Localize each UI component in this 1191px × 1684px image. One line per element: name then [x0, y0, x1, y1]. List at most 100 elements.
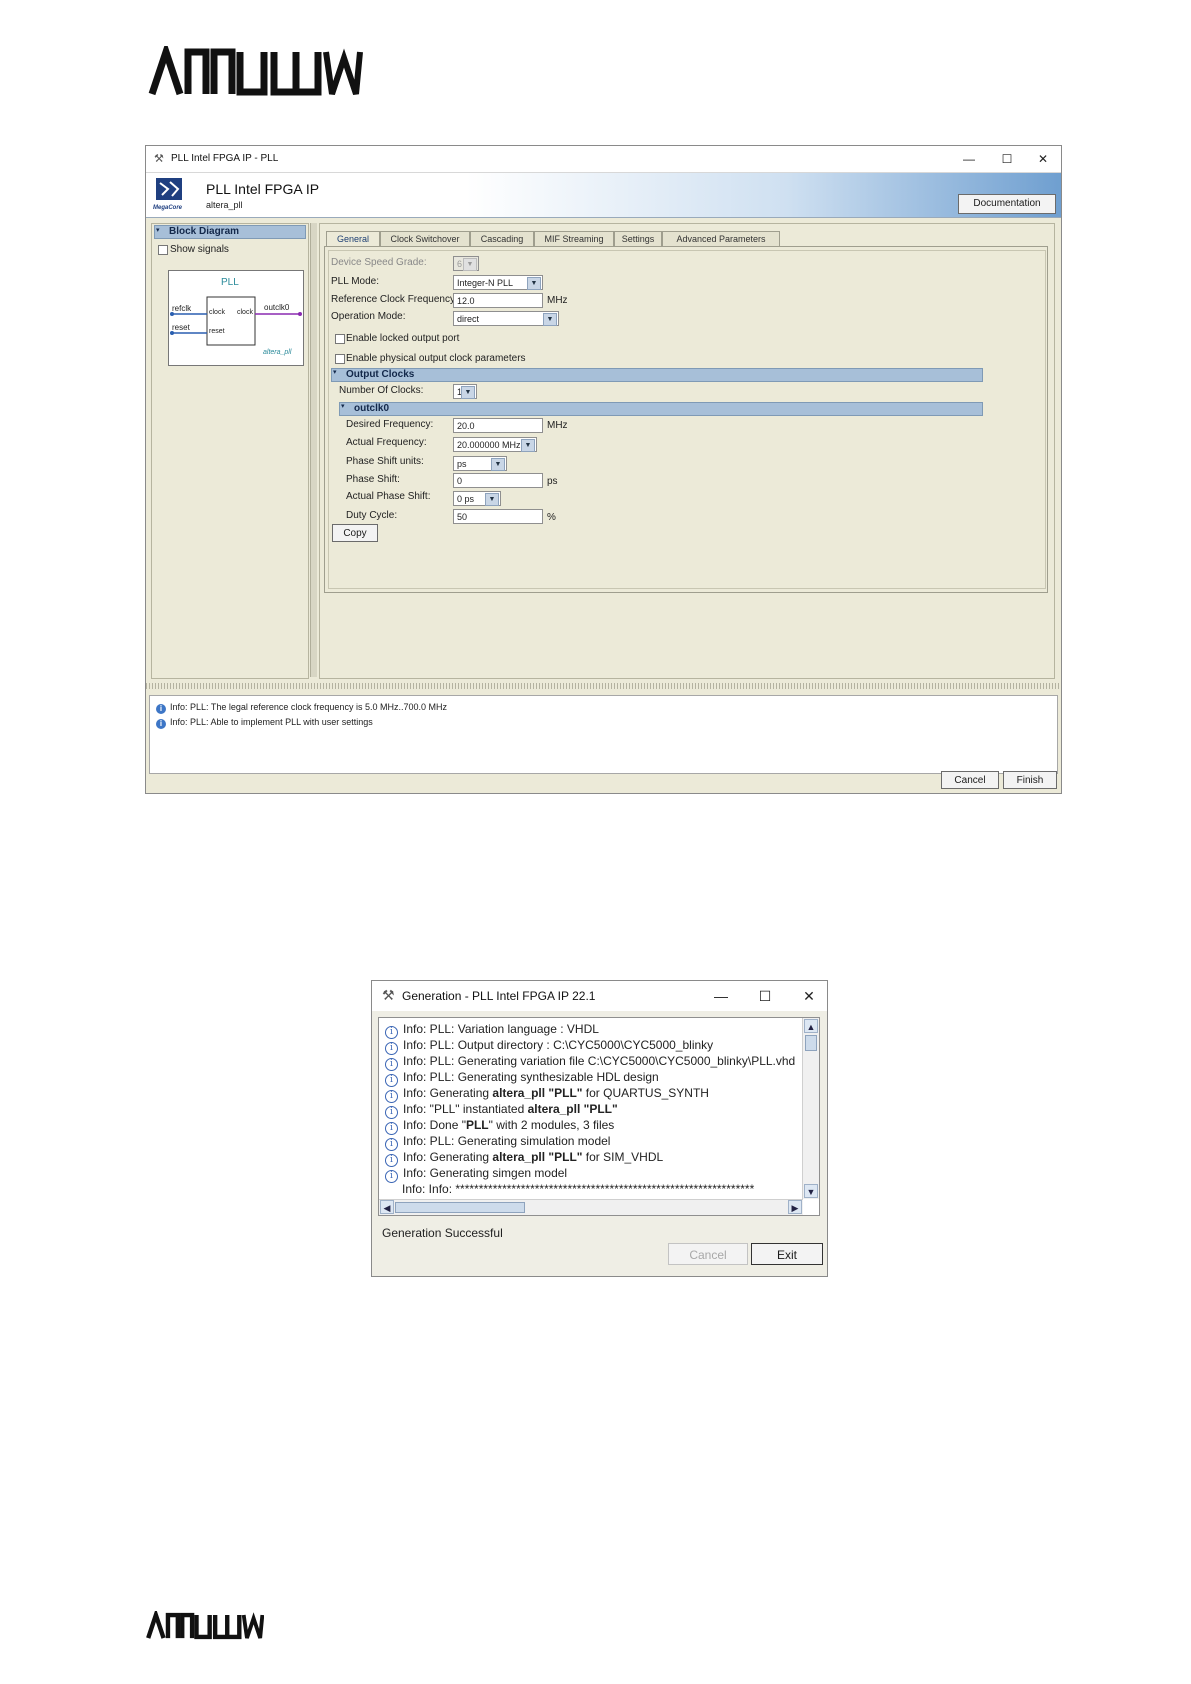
scroll-thumb[interactable]	[395, 1202, 525, 1213]
output-clocks-header[interactable]: Output Clocks	[331, 368, 983, 382]
block-diagram-header[interactable]: Block Diagram	[154, 225, 306, 239]
num-clocks-select[interactable]: 1 ▼	[453, 384, 477, 399]
pll-title: PLL	[221, 277, 239, 288]
documentation-button[interactable]: Documentation	[958, 194, 1056, 214]
reset-label: reset	[172, 323, 190, 332]
generation-status: Generation Successful	[382, 1226, 503, 1240]
clock-out-label: clock	[237, 309, 253, 316]
scroll-right-icon[interactable]: ▶	[788, 1200, 802, 1214]
tab-advanced-parameters[interactable]: Advanced Parameters	[662, 231, 780, 246]
minimize-button[interactable]: —	[707, 987, 735, 1005]
actual-freq-label: Actual Frequency:	[346, 437, 427, 448]
message-text: Info: PLL: Able to implement PLL with us…	[170, 717, 373, 727]
resize-grip[interactable]	[146, 683, 1061, 689]
device-speed-grade-select[interactable]: 6 ▼	[453, 256, 479, 271]
panel-splitter[interactable]	[310, 223, 317, 677]
ref-clock-input[interactable]: 12.0	[453, 293, 543, 308]
chevron-down-icon: ▼	[461, 386, 475, 399]
log-line: i Info: Generating altera_pll "PLL" for Q…	[385, 1086, 709, 1103]
chevron-down-icon: ▼	[543, 313, 557, 326]
clock-in-label: clock	[209, 309, 225, 316]
enable-physical-label: Enable physical output clock parameters	[346, 353, 526, 364]
scroll-down-icon[interactable]: ▼	[804, 1184, 818, 1198]
log-text-bold: PLL	[465, 1118, 489, 1132]
phase-shift-label: Phase Shift:	[346, 474, 400, 485]
scroll-thumb[interactable]	[805, 1035, 817, 1051]
log-text-bold: altera_pll "PLL"	[492, 1086, 583, 1100]
phase-units-value: ps	[457, 459, 467, 469]
exit-button[interactable]: Exit	[751, 1243, 823, 1265]
enable-physical-checkbox[interactable]	[335, 354, 345, 364]
finish-button[interactable]: Finish	[1003, 771, 1057, 789]
minimize-button[interactable]: —	[955, 150, 983, 168]
info-icon: i	[156, 719, 166, 729]
window-title: PLL Intel FPGA IP - PLL	[171, 153, 279, 164]
desired-freq-unit: MHz	[547, 420, 568, 431]
desired-freq-input[interactable]: 20.0	[453, 418, 543, 433]
chevron-down-icon: ▼	[521, 439, 535, 452]
cancel-button[interactable]: Cancel	[941, 771, 999, 789]
chevron-down-icon: ▼	[463, 258, 477, 271]
ref-clock-unit: MHz	[547, 295, 568, 306]
actual-phase-select[interactable]: 0 ps ▼	[453, 491, 501, 506]
wand-icon: ⚒	[382, 987, 395, 1003]
block-diagram-label: Block Diagram	[169, 226, 240, 237]
maximize-button[interactable]: ☐	[993, 150, 1021, 168]
pll-wizard-window: ⚒ PLL Intel FPGA IP - PLL — ☐ ✕ MegaCore…	[145, 145, 1062, 794]
log-text: Info: Generating	[403, 1086, 493, 1100]
pll-mode-select[interactable]: Integer-N PLL ▼	[453, 275, 543, 290]
copy-button[interactable]: Copy	[332, 524, 378, 542]
log-line: i Info: Generating altera_pll "PLL" for S…	[385, 1150, 663, 1167]
show-signals-label: Show signals	[170, 244, 229, 255]
log-text: " with 2 modules, 3 files	[488, 1118, 615, 1132]
chevron-down-icon: ▼	[527, 277, 541, 290]
log-line: i Info: PLL: Output directory : C:\CYC500…	[385, 1038, 713, 1055]
block-diagram-panel: Block Diagram ▾ Show signals PLL refclk …	[151, 223, 309, 679]
enable-locked-checkbox[interactable]	[335, 334, 345, 344]
phase-shift-input[interactable]: 0	[453, 473, 543, 488]
header-title: PLL Intel FPGA IP	[206, 181, 320, 197]
log-line: i Info: Done "PLL" with 2 modules, 3 file…	[385, 1118, 614, 1135]
close-button[interactable]: ✕	[795, 987, 823, 1005]
general-form: Device Speed Grade: 6 ▼ PLL Mode: Intege…	[328, 250, 1046, 589]
log-text: for QUARTUS_SYNTH	[582, 1086, 709, 1100]
actual-freq-select[interactable]: 20.000000 MHz ▼	[453, 437, 537, 452]
duty-cycle-input[interactable]: 50	[453, 509, 543, 524]
log-text: Info: Generating	[403, 1150, 493, 1164]
tab-clock-switchover[interactable]: Clock Switchover	[380, 231, 470, 246]
tab-settings[interactable]: Settings	[614, 231, 662, 246]
scroll-up-icon[interactable]: ▲	[804, 1019, 818, 1033]
tab-cascading[interactable]: Cascading	[470, 231, 534, 246]
log-text: Info: Info: ****************************…	[402, 1182, 755, 1196]
log-text-bold: altera_pll "PLL"	[492, 1150, 583, 1164]
log-text: Info: "PLL" instantiated	[403, 1102, 528, 1116]
message-row: i Info: PLL: The legal reference clock fr…	[156, 702, 447, 714]
log-text: Info: PLL: Generating synthesizable HDL …	[403, 1070, 659, 1084]
show-signals-checkbox[interactable]	[158, 245, 168, 255]
log-text: Info: PLL: Output directory : C:\CYC5000…	[403, 1038, 714, 1052]
log-text: Info: Generating simgen model	[403, 1166, 568, 1180]
log-text: Info: PLL: Generating variation file C:\…	[403, 1054, 796, 1068]
log-text: Info: PLL: Variation language : VHDL	[403, 1022, 599, 1036]
collapse-arrow-icon: ▾	[341, 403, 345, 410]
maximize-button[interactable]: ☐	[751, 987, 779, 1005]
operation-mode-value: direct	[457, 314, 480, 324]
operation-mode-select[interactable]: direct ▼	[453, 311, 559, 326]
close-button[interactable]: ✕	[1029, 150, 1057, 168]
arrow-logo-bottom	[146, 1611, 264, 1640]
log-line: i Info: Generating simgen model	[385, 1166, 567, 1183]
pll-mode-value: Integer-N PLL	[457, 278, 514, 288]
scroll-left-icon[interactable]: ◀	[380, 1200, 394, 1214]
tab-general[interactable]: General	[326, 231, 380, 247]
general-tab-content: Device Speed Grade: 6 ▼ PLL Mode: Intege…	[324, 246, 1048, 593]
phase-units-select[interactable]: ps ▼	[453, 456, 507, 471]
outclk0-header[interactable]: outclk0	[339, 402, 983, 416]
title-bar: ⚒ Generation - PLL Intel FPGA IP 22.1 — …	[372, 981, 827, 1011]
log-line: i Info: PLL: Generating simulation model	[385, 1134, 610, 1151]
vertical-scrollbar[interactable]: ▲ ▼	[802, 1018, 819, 1199]
cancel-button[interactable]: Cancel	[668, 1243, 748, 1265]
diagram-footer: altera_pll	[263, 349, 292, 356]
log-line: i Info: PLL: Generating synthesizable HDL…	[385, 1070, 659, 1087]
tab-mif-streaming[interactable]: MIF Streaming	[534, 231, 614, 246]
horizontal-scrollbar[interactable]: ◀ ▶	[379, 1199, 803, 1215]
